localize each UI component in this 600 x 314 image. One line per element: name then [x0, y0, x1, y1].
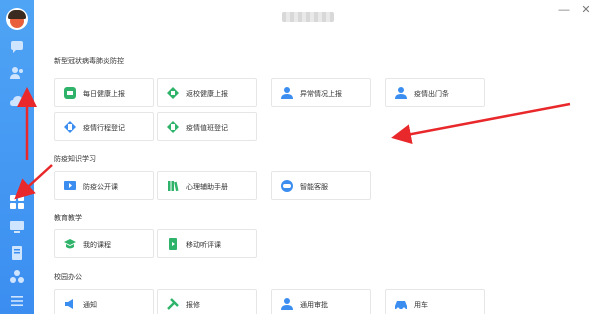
app-card-label: 疫情值班登记	[186, 125, 228, 132]
app-card-label: 防疫公开课	[83, 184, 118, 191]
apps-icon[interactable]	[8, 193, 26, 211]
app-card[interactable]: 移动听评课	[157, 229, 257, 258]
app-card-label: 疫情出门条	[414, 91, 449, 98]
app-card[interactable]: 疫情出门条	[385, 78, 485, 107]
arrow-to-content	[391, 102, 571, 145]
monitor-icon[interactable]	[8, 218, 26, 236]
person-alert-icon	[280, 86, 294, 100]
open-class-icon	[63, 179, 77, 193]
app-card[interactable]: 疫情行程登记	[54, 112, 154, 141]
app-card-label: 异常情况上报	[300, 91, 342, 98]
notice-icon	[63, 297, 77, 311]
handbook-icon	[166, 179, 180, 193]
app-card[interactable]: 每日健康上报	[54, 78, 154, 107]
person-pass-icon	[394, 86, 408, 100]
course-icon	[63, 237, 77, 251]
group-icon[interactable]	[8, 268, 26, 286]
close-button[interactable]: ✕	[580, 4, 592, 16]
app-card[interactable]: 通用审批	[271, 289, 371, 314]
app-card[interactable]: 通知	[54, 289, 154, 314]
app-card[interactable]: 疫情值班登记	[157, 112, 257, 141]
app-card-label: 心理辅助手册	[186, 184, 228, 191]
minimize-button[interactable]: —	[558, 4, 570, 16]
section-title: 防疫知识学习	[54, 156, 96, 163]
approval-icon	[280, 297, 294, 311]
avatar[interactable]	[6, 8, 28, 30]
avatar-hair	[8, 10, 26, 19]
return-health-icon	[166, 86, 180, 100]
app-card[interactable]: 返校健康上报	[157, 78, 257, 107]
app-card-label: 报修	[186, 302, 200, 309]
app-card-label: 用车	[414, 302, 428, 309]
health-report-icon	[63, 86, 77, 100]
app-card-label: 通用审批	[300, 302, 328, 309]
mobile-lesson-icon	[166, 237, 180, 251]
app-card[interactable]: 我的课程	[54, 229, 154, 258]
section-title: 新型冠状病毒肺炎防控	[54, 58, 124, 65]
section-title: 校园办公	[54, 274, 82, 281]
chat-icon[interactable]	[8, 38, 26, 56]
app-card[interactable]: 异常情况上报	[271, 78, 371, 107]
cloud-icon[interactable]	[8, 92, 26, 110]
app-card-label: 我的课程	[83, 242, 111, 249]
repair-icon	[166, 297, 180, 311]
document-icon[interactable]	[8, 244, 26, 262]
section-title: 教育教学	[54, 215, 82, 222]
window-title-blurred	[282, 12, 334, 22]
app-card-label: 疫情行程登记	[83, 125, 125, 132]
sidebar	[0, 0, 34, 314]
app-card-label: 每日健康上报	[83, 91, 125, 98]
app-card[interactable]: 用车	[385, 289, 485, 314]
menu-icon[interactable]	[8, 292, 26, 310]
app-card[interactable]: 心理辅助手册	[157, 171, 257, 200]
car-icon	[394, 297, 408, 311]
app-card-label: 返校健康上报	[186, 91, 228, 98]
trip-register-icon	[63, 120, 77, 134]
contacts-icon[interactable]	[8, 64, 26, 82]
app-card-label: 移动听评课	[186, 242, 221, 249]
app-card[interactable]: 智能客服	[271, 171, 371, 200]
app-card[interactable]: 报修	[157, 289, 257, 314]
robot-service-icon	[280, 179, 294, 193]
app-card-label: 智能客服	[300, 184, 328, 191]
app-card-label: 通知	[83, 302, 97, 309]
duty-register-icon	[166, 120, 180, 134]
app-card[interactable]: 防疫公开课	[54, 171, 154, 200]
